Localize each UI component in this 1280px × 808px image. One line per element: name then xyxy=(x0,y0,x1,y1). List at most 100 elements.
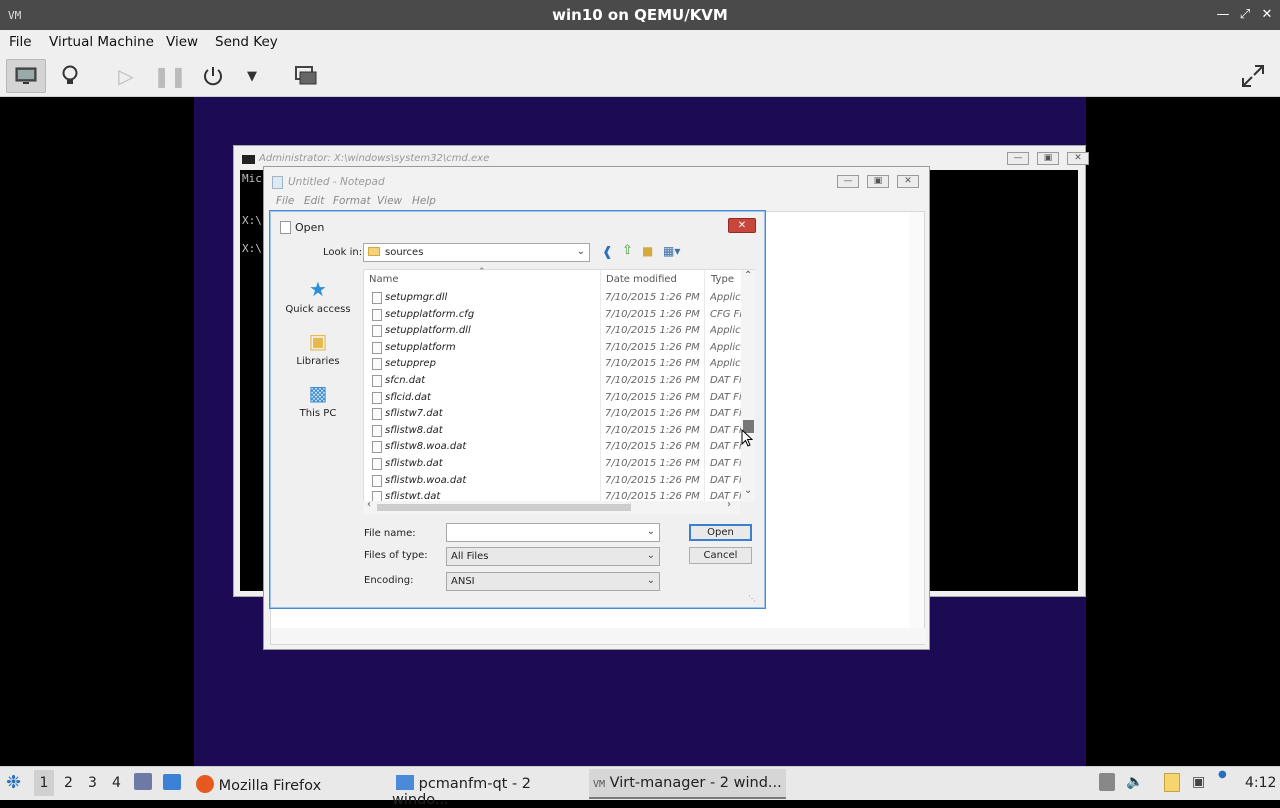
file-manager-launcher-icon[interactable] xyxy=(134,773,152,790)
console-icon[interactable] xyxy=(6,59,46,93)
cmd-minimize-icon[interactable]: — xyxy=(1007,152,1029,165)
notepad-menu-edit[interactable]: Edit xyxy=(304,195,324,207)
file-icon xyxy=(372,424,382,437)
cmd-maximize-icon[interactable]: ▣ xyxy=(1037,152,1059,165)
look-in-combo[interactable]: sources ⌄ xyxy=(363,243,590,262)
taskbar: ❉ 1 2 3 4 Mozilla Firefox pcmanfm-qt - 2… xyxy=(0,766,1280,808)
scroll-left-icon[interactable]: ‹ xyxy=(367,499,371,510)
power-menu-arrow-icon[interactable]: ▼ xyxy=(232,59,272,93)
encoding-select[interactable]: ANSI ⌄ xyxy=(446,572,660,591)
file-row[interactable]: setupmgr.dll 7/10/2015 1:26 PM Applicati xyxy=(364,290,742,306)
menu-view[interactable]: View xyxy=(166,34,198,50)
menu-virtual-machine[interactable]: Virtual Machine xyxy=(49,34,154,50)
up-folder-icon[interactable]: ⇧ xyxy=(622,243,633,258)
cmd-close-icon[interactable]: ✕ xyxy=(1067,152,1089,165)
file-row[interactable]: sflistwb.dat 7/10/2015 1:26 PM DAT File xyxy=(364,456,742,472)
file-date: 7/10/2015 1:26 PM xyxy=(605,358,700,370)
resize-grip-icon[interactable]: ⋱ xyxy=(748,594,756,603)
task-firefox[interactable]: Mozilla Firefox xyxy=(192,769,382,799)
file-row[interactable]: sflistwb.woa.dat 7/10/2015 1:26 PM DAT Fil… xyxy=(364,473,742,489)
start-menu-icon[interactable]: ❉ xyxy=(6,772,21,793)
chevron-down-icon[interactable]: ⌄ xyxy=(647,526,655,537)
task-virt-manager[interactable]: VM Virt-manager - 2 wind... xyxy=(589,769,786,799)
file-row[interactable]: sflistw8.woa.dat 7/10/2015 1:26 PM DAT Fil… xyxy=(364,439,742,455)
network-icon[interactable]: ▣ xyxy=(1192,774,1205,790)
file-name: setupprep xyxy=(385,358,436,370)
file-date: 7/10/2015 1:26 PM xyxy=(605,292,700,303)
notepad-horizontal-scrollbar[interactable] xyxy=(271,628,926,644)
files-of-type-select[interactable]: All Files ⌄ xyxy=(446,547,660,566)
pause-icon[interactable]: ❚❚ xyxy=(150,59,190,93)
nav-libraries[interactable]: ▣ Libraries xyxy=(278,329,358,367)
file-list[interactable]: Name ⌃ Date modified Type setupmgr.dll 7/… xyxy=(363,267,755,504)
file-row[interactable]: sfcn.dat 7/10/2015 1:26 PM DAT File xyxy=(364,373,742,389)
close-icon[interactable]: ✕ xyxy=(1258,6,1276,24)
dialog-close-icon[interactable]: ✕ xyxy=(728,218,756,233)
file-list-horizontal-scrollbar[interactable]: ‹ › xyxy=(363,499,740,514)
maximize-icon[interactable]: ⤢ xyxy=(1236,6,1254,24)
scroll-down-icon[interactable]: ⌄ xyxy=(744,485,752,496)
desktop-launcher-icon[interactable] xyxy=(163,774,181,790)
open-dialog[interactable]: Open ✕ Look in: sources ⌄ ❰ ⇧ ■ ▦▾ ★ Qui… xyxy=(269,210,766,609)
file-row[interactable]: setupplatform.cfg 7/10/2015 1:26 PM CFG Fi… xyxy=(364,307,742,323)
workspace-4[interactable]: 4 xyxy=(112,775,121,791)
notepad-maximize-icon[interactable]: ▣ xyxy=(867,175,889,188)
notepad-menu-file[interactable]: File xyxy=(276,195,294,207)
menu-send-key[interactable]: Send Key xyxy=(215,34,278,50)
file-date: 7/10/2015 1:26 PM xyxy=(605,424,700,436)
file-row[interactable]: setupplatform.dll 7/10/2015 1:26 PM Applic… xyxy=(364,323,742,339)
column-date-modified[interactable]: Date modified xyxy=(606,274,677,285)
open-button[interactable]: Open xyxy=(689,524,752,541)
quick-access-star-icon: ★ xyxy=(309,277,327,301)
workspace-1[interactable]: 1 xyxy=(34,770,54,796)
column-name[interactable]: Name xyxy=(369,274,399,285)
new-folder-icon[interactable]: ■ xyxy=(642,244,653,258)
notepad-vertical-scrollbar[interactable] xyxy=(909,212,924,630)
view-menu-icon[interactable]: ▦▾ xyxy=(663,244,680,258)
task-pcmanfm[interactable]: pcmanfm-qt - 2 windo... xyxy=(392,769,582,808)
file-date: 7/10/2015 1:26 PM xyxy=(605,391,700,403)
removable-media-icon[interactable] xyxy=(1099,773,1115,791)
file-row[interactable]: sflistw8.dat 7/10/2015 1:26 PM DAT File xyxy=(364,423,742,439)
file-name-label: File name: xyxy=(364,528,416,539)
clock[interactable]: 4:12 xyxy=(1245,775,1276,791)
back-icon[interactable]: ❰ xyxy=(602,245,613,260)
nav-quick-access[interactable]: ★ Quick access xyxy=(278,277,358,315)
volume-icon[interactable]: 🔈 xyxy=(1126,774,1143,790)
file-name: sflistw8.woa.dat xyxy=(385,441,467,453)
power-icon[interactable] xyxy=(193,59,233,93)
notification-icon[interactable]: ● xyxy=(1218,769,1227,780)
workspace-2[interactable]: 2 xyxy=(64,775,73,791)
file-name: sfcn.dat xyxy=(385,375,426,386)
scroll-up-icon[interactable]: ⌃ xyxy=(744,270,752,281)
cmd-title: Administrator: X:\windows\system32\cmd.e… xyxy=(259,153,490,164)
snapshots-icon[interactable] xyxy=(286,59,326,93)
notepad-close-icon[interactable]: ✕ xyxy=(897,175,919,188)
notepad-minimize-icon[interactable]: — xyxy=(837,175,859,188)
workspace-3[interactable]: 3 xyxy=(88,775,97,791)
file-date: 7/10/2015 1:26 PM xyxy=(605,325,700,337)
file-list-vertical-scrollbar[interactable]: ⌃ ⌄ xyxy=(741,270,755,502)
fullscreen-icon[interactable] xyxy=(1233,59,1273,93)
dialog-icon xyxy=(280,221,291,234)
minimize-icon[interactable]: — xyxy=(1214,6,1232,24)
notepad-menu-format[interactable]: Format xyxy=(333,195,371,207)
nav-this-pc[interactable]: ▩ This PC xyxy=(278,381,358,419)
cancel-button[interactable]: Cancel xyxy=(689,547,752,564)
details-lightbulb-icon[interactable] xyxy=(50,59,90,93)
file-row[interactable]: setupplatform 7/10/2015 1:26 PM Applicati xyxy=(364,340,742,356)
file-name-input[interactable]: ⌄ xyxy=(446,523,660,542)
file-row[interactable]: sflcid.dat 7/10/2015 1:26 PM DAT File xyxy=(364,390,742,406)
scroll-right-icon[interactable]: › xyxy=(727,499,731,510)
file-icon xyxy=(372,458,382,470)
notepad-menu-view[interactable]: View xyxy=(377,195,402,207)
notepad-menu-help[interactable]: Help xyxy=(412,195,436,207)
file-row[interactable]: setupprep 7/10/2015 1:26 PM Applicati xyxy=(364,356,742,372)
column-type[interactable]: Type xyxy=(711,274,734,285)
file-row[interactable]: sflistw7.dat 7/10/2015 1:26 PM DAT File xyxy=(364,406,742,422)
file-date: 7/10/2015 1:26 PM xyxy=(605,341,700,353)
horizontal-scrollbar-thumb[interactable] xyxy=(377,504,631,511)
menu-file[interactable]: File xyxy=(9,34,32,50)
run-icon[interactable]: ▷ xyxy=(106,59,146,93)
clipboard-icon[interactable] xyxy=(1164,773,1180,792)
